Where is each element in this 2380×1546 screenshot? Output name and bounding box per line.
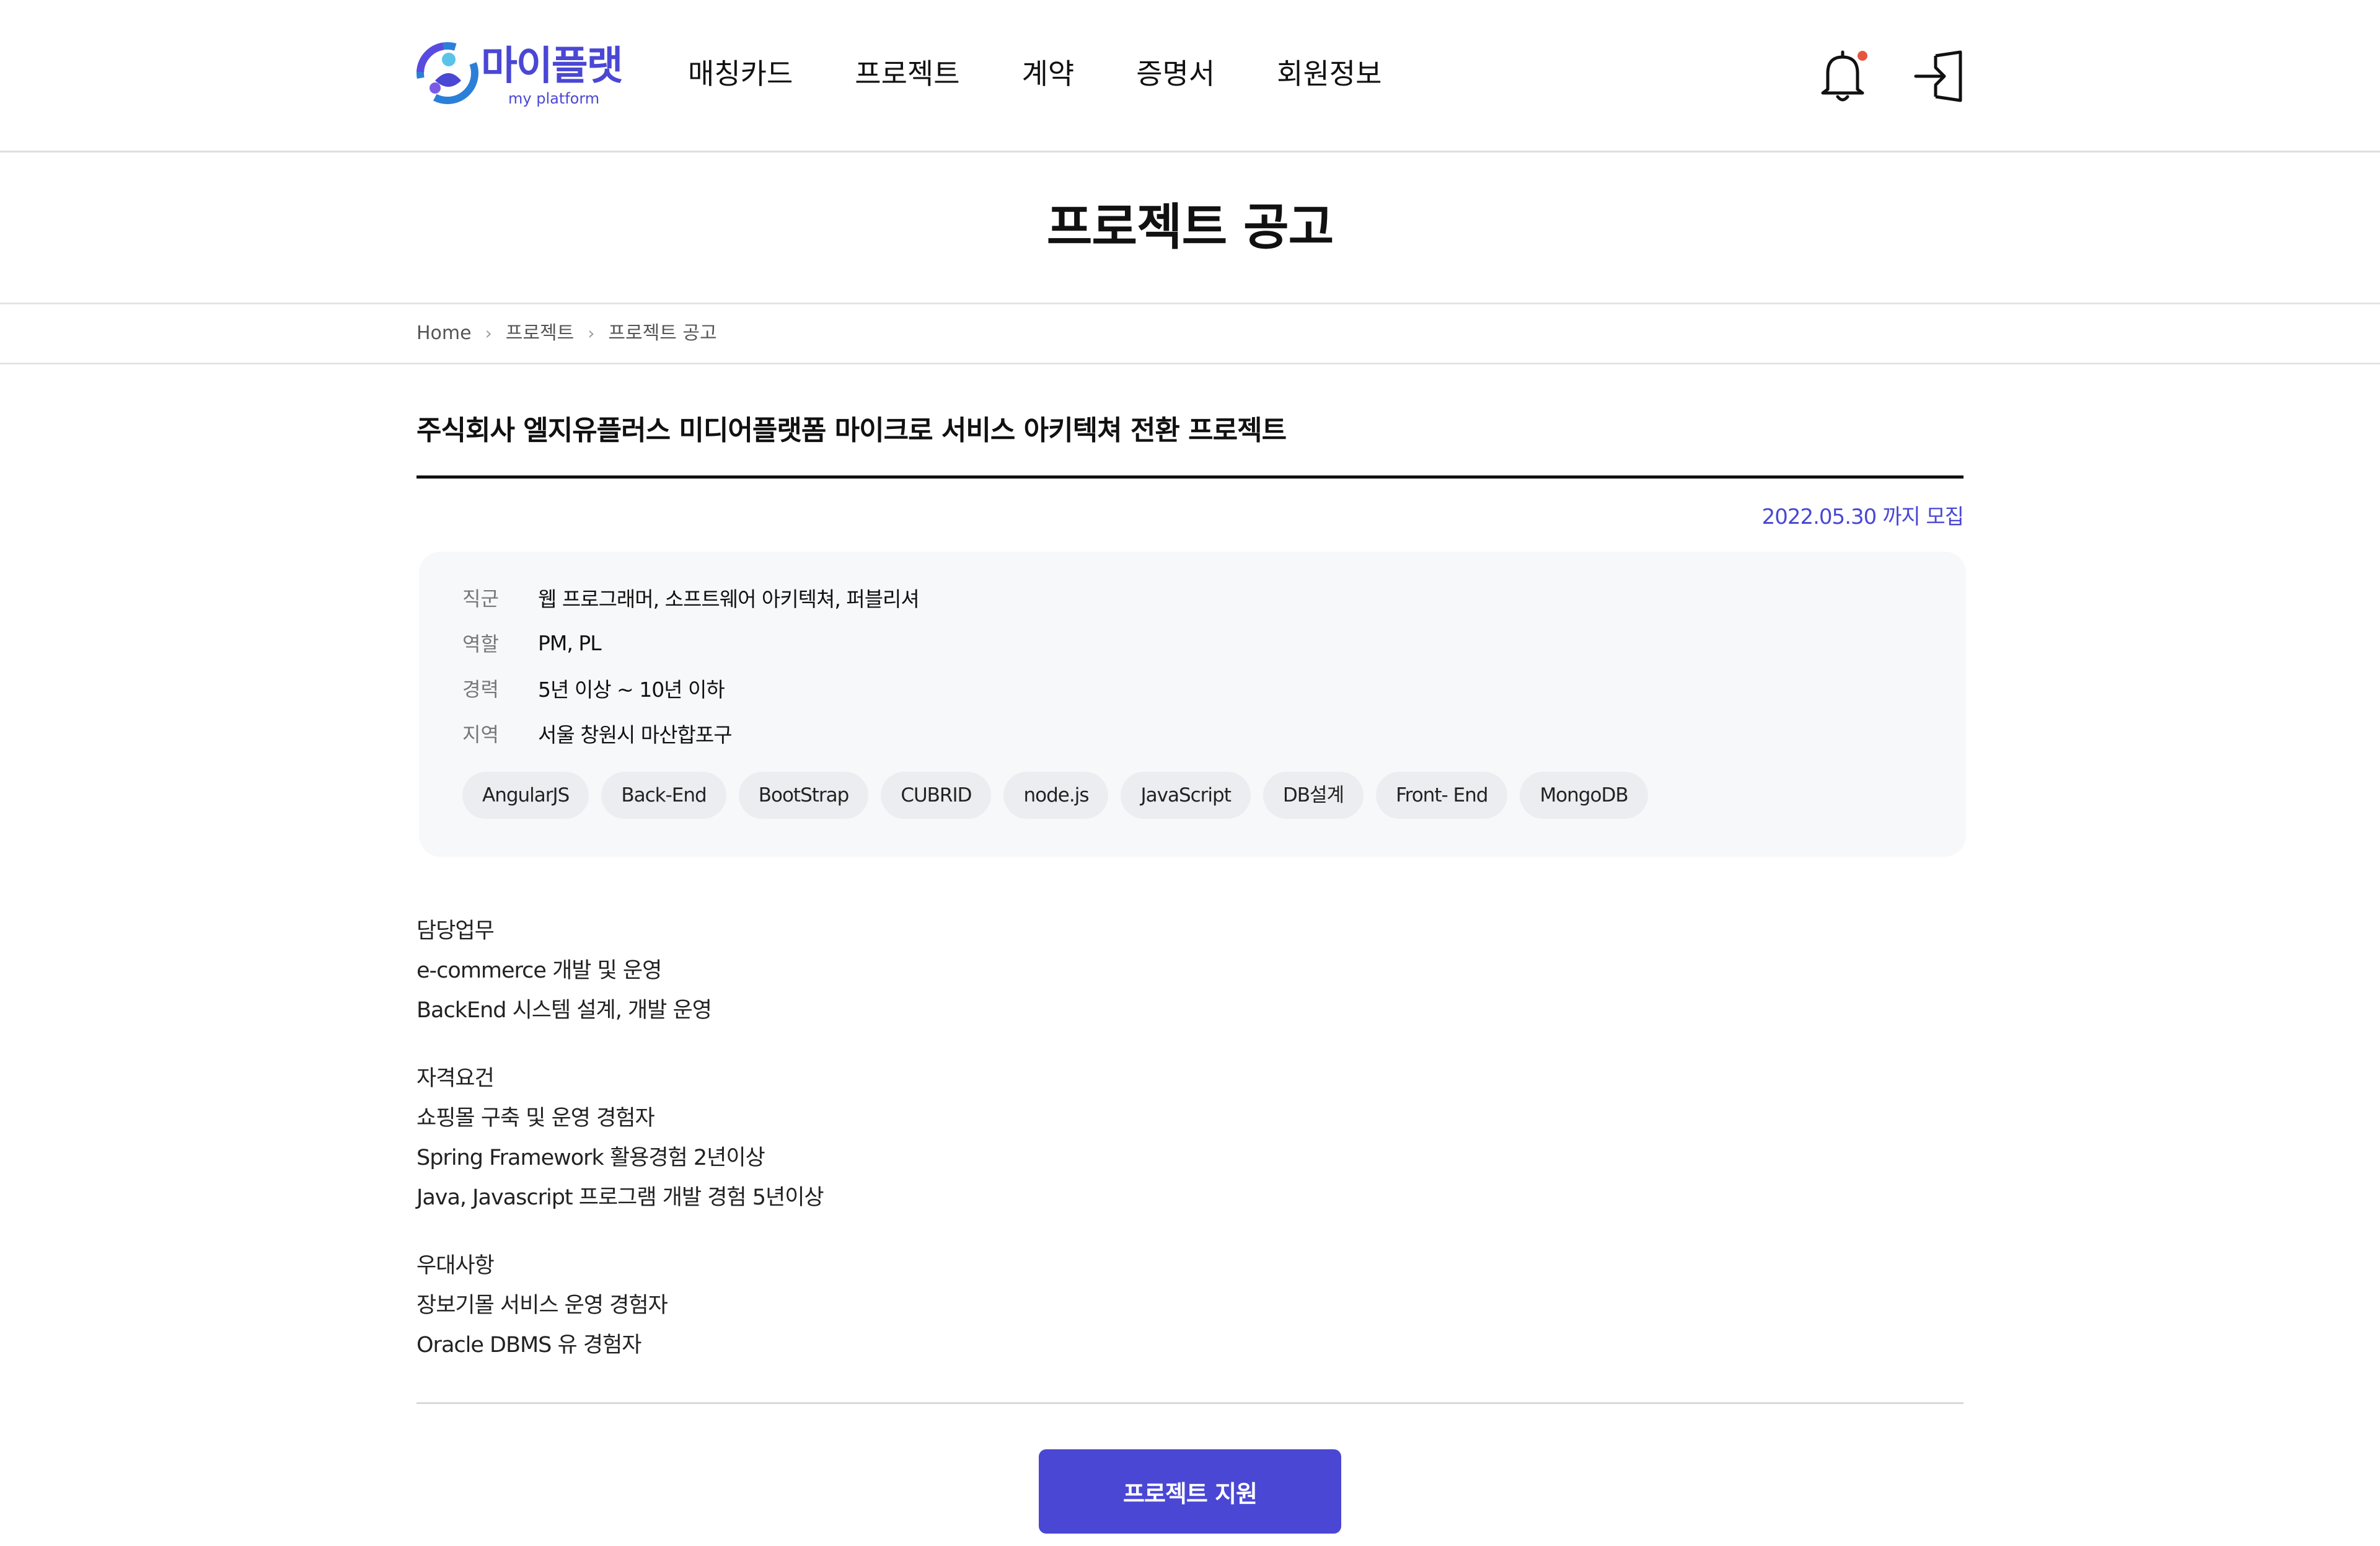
nav-item-member-info[interactable]: 회원정보 [1277,52,1382,95]
info-label: 지역 [462,723,499,746]
site-header: 마이플랫 my platform 매칭카드 프로젝트 계약 증명서 회원정보 [0,0,2380,152]
recruit-deadline: 2022.05.30 까지 모집 [1761,505,1964,529]
info-row-role: 역할 PM, PL [462,624,602,662]
section-line: 장보기몰 서비스 운영 경험자 [416,1293,668,1318]
skill-tag[interactable]: node.js [1003,772,1109,819]
breadcrumb-bar: Home › 프로젝트 › 프로젝트 공고 [0,304,2380,364]
chevron-right-icon: › [485,323,492,343]
desc-section-duties: 담당업무 e-commerce 개발 및 운영 BackEnd 시스템 설계, … [416,911,1963,1030]
page-title: 프로젝트 공고 [1046,198,1334,256]
section-line: BackEnd 시스템 설계, 개발 운영 [416,998,712,1023]
post-title: 주식회사 엘지유플러스 미디어플랫폼 마이크로 서비스 아키텍쳐 전환 프로젝트 [416,415,1287,446]
chevron-right-icon: › [588,323,595,343]
section-line: Oracle DBMS 유 경험자 [416,1333,641,1358]
skill-tag[interactable]: Front- End [1376,772,1508,819]
title-divider [416,475,1963,479]
nav-item-project[interactable]: 프로젝트 [855,52,959,95]
skill-tag[interactable]: AngularJS [462,772,589,819]
info-value: 서울 창원시 마산합포구 [538,723,733,747]
breadcrumb-home[interactable]: Home [416,304,472,363]
section-heading: 우대사항 [416,1253,495,1278]
skill-tags: AngularJS Back-End BootStrap CUBRID node… [462,772,1648,819]
nav-item-contract[interactable]: 계약 [1022,52,1075,95]
nav-item-certificate[interactable]: 증명서 [1136,52,1215,95]
skill-tag[interactable]: JavaScript [1121,772,1251,819]
project-description: 담당업무 e-commerce 개발 및 운영 BackEnd 시스템 설계, … [416,911,1963,1394]
info-row-job: 직군 웹 프로그래머, 소프트웨어 아키텍쳐, 퍼블리셔 [462,578,920,617]
skill-tag[interactable]: Back-End [601,772,726,819]
section-line: Spring Framework 활용경험 2년이상 [416,1146,765,1170]
page-title-bar: 프로젝트 공고 [0,152,2380,304]
bell-icon[interactable] [1819,48,1870,104]
info-label: 직군 [462,587,499,611]
section-line: e-commerce 개발 및 운영 [416,958,662,983]
section-heading: 담당업무 [416,919,495,943]
info-value: 웹 프로그래머, 소프트웨어 아키텍쳐, 퍼블리셔 [538,587,920,611]
section-line: Java, Javascript 프로그램 개발 경험 5년이상 [416,1185,824,1210]
skill-tag[interactable]: BootStrap [738,772,869,819]
desc-section-requirements: 자격요건 쇼핑몰 구축 및 운영 경험자 Spring Framework 활용… [416,1059,1963,1217]
breadcrumb-current: 프로젝트 공고 [608,322,717,344]
breadcrumb-project[interactable]: 프로젝트 [506,304,574,363]
breadcrumb: Home › 프로젝트 › 프로젝트 공고 [416,304,717,363]
section-line: 쇼핑몰 구축 및 운영 경험자 [416,1106,655,1131]
main-nav: 매칭카드 프로젝트 계약 증명서 회원정보 [688,52,1443,95]
desc-section-preferred: 우대사항 장보기몰 서비스 운영 경험자 Oracle DBMS 유 경험자 [416,1246,1963,1365]
info-label: 역할 [462,632,499,656]
logo-title: 마이플랫 [481,43,624,89]
site-logo[interactable]: 마이플랫 my platform [416,42,624,109]
skill-tag[interactable]: DB설계 [1263,772,1364,819]
info-label: 경력 [462,678,499,701]
info-value: PM, PL [538,630,602,655]
skill-tag[interactable]: MongoDB [1520,772,1648,819]
logo-subtitle: my platform [508,90,600,107]
project-info-box: 직군 웹 프로그래머, 소프트웨어 아키텍쳐, 퍼블리셔 역할 PM, PL 경… [419,552,1966,857]
nav-item-matching-card[interactable]: 매칭카드 [688,52,793,95]
info-row-region: 지역 서울 창원시 마산합포구 [462,714,733,753]
apply-project-button[interactable]: 프로젝트 지원 [1039,1449,1341,1534]
login-icon[interactable] [1912,50,1965,103]
info-value: 5년 이상 ~ 10년 이하 [538,678,725,702]
info-row-career: 경력 5년 이상 ~ 10년 이하 [462,669,725,707]
skill-tag[interactable]: CUBRID [881,772,992,819]
bottom-divider [416,1402,1963,1404]
logo-mark-icon [416,42,478,104]
section-heading: 자격요건 [416,1066,495,1091]
